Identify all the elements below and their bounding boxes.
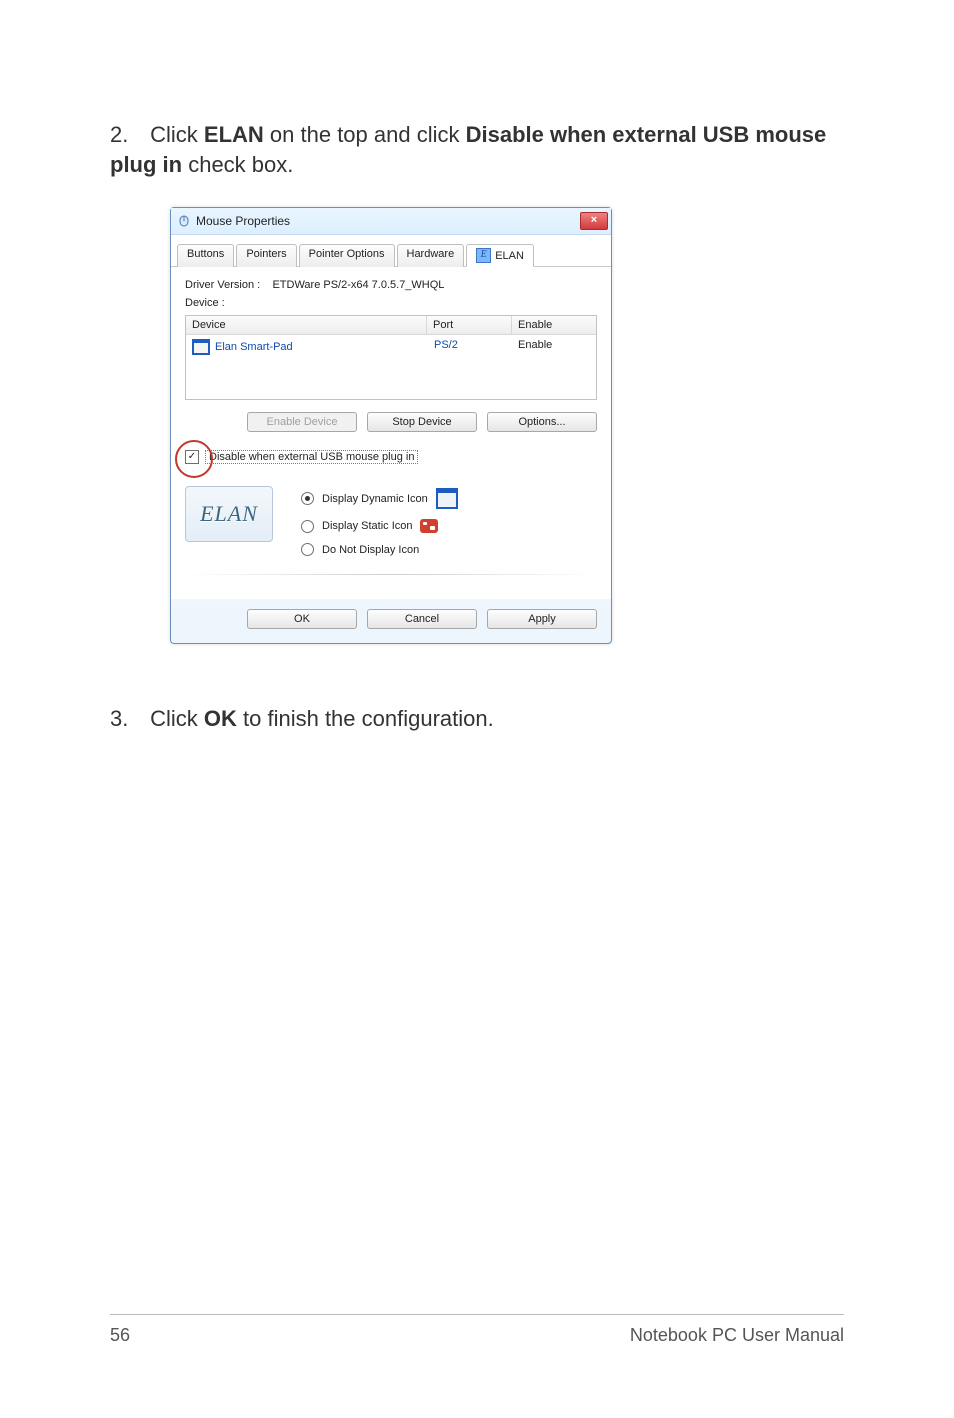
apply-button[interactable]: Apply <box>487 609 597 629</box>
options-button[interactable]: Options... <box>487 412 597 432</box>
device-enable: Enable <box>512 335 596 359</box>
driver-version-row: Driver Version : ETDWare PS/2-x64 7.0.5.… <box>185 279 597 291</box>
radio-none-label: Do Not Display Icon <box>322 544 419 556</box>
tab-pointers[interactable]: Pointers <box>236 244 296 267</box>
titlebar: Mouse Properties × <box>171 208 611 235</box>
device-label: Device : <box>185 297 597 309</box>
radio-static-label: Display Static Icon <box>322 520 412 532</box>
tab-pointer-options[interactable]: Pointer Options <box>299 244 395 267</box>
mouse-properties-dialog: Mouse Properties × Buttons Pointers Poin… <box>170 207 612 644</box>
tray-icon-radio-group: Display Dynamic Icon Display Static Icon… <box>301 486 458 556</box>
header-port: Port <box>427 316 512 335</box>
cancel-button[interactable]: Cancel <box>367 609 477 629</box>
radio-none[interactable] <box>301 543 314 556</box>
step-3: 3. Click OK to finish the configuration. <box>110 704 844 734</box>
device-list-header: Device Port Enable <box>186 316 596 335</box>
dialog-footer-buttons: OK Cancel Apply <box>171 599 611 643</box>
ok-button[interactable]: OK <box>247 609 357 629</box>
header-enable: Enable <box>512 316 596 335</box>
mouse-icon <box>177 214 191 228</box>
page: 2. Click ELAN on the top and click Disab… <box>0 0 954 1418</box>
tab-buttons[interactable]: Buttons <box>177 244 234 267</box>
touchpad-icon <box>192 339 210 355</box>
tab-elan[interactable]: E ELAN <box>466 244 534 267</box>
tab-hardware[interactable]: Hardware <box>397 244 465 267</box>
disable-usb-checkbox[interactable]: ✓ <box>185 450 199 464</box>
dialog-body: Driver Version : ETDWare PS/2-x64 7.0.5.… <box>171 267 611 599</box>
driver-version-value: ETDWare PS/2-x64 7.0.5.7_WHQL <box>272 279 444 291</box>
stop-device-button[interactable]: Stop Device <box>367 412 477 432</box>
elan-tab-icon: E <box>476 248 491 263</box>
device-name: Elan Smart-Pad <box>215 341 293 353</box>
tab-strip: Buttons Pointers Pointer Options Hardwar… <box>171 235 611 267</box>
step-2: 2. Click ELAN on the top and click Disab… <box>110 120 844 179</box>
brand-and-radios: ELAN Display Dynamic Icon Display Static… <box>185 486 597 556</box>
device-list: Device Port Enable Elan Smart-Pad PS/2 E… <box>185 315 597 400</box>
header-device: Device <box>186 316 427 335</box>
static-tray-icon <box>420 519 438 533</box>
separator <box>185 574 597 575</box>
page-footer: 56 Notebook PC User Manual <box>110 1314 844 1346</box>
radio-static[interactable] <box>301 520 314 533</box>
device-port: PS/2 <box>428 335 512 359</box>
page-number: 56 <box>110 1325 130 1346</box>
close-button[interactable]: × <box>580 212 608 230</box>
elan-logo-text: ELAN <box>200 501 258 527</box>
step-3-number: 3. <box>110 704 144 734</box>
device-buttons-row: Enable Device Stop Device Options... <box>185 412 597 432</box>
driver-version-label: Driver Version : <box>185 279 260 291</box>
enable-device-button: Enable Device <box>247 412 357 432</box>
step-3-text: Click OK to finish the configuration. <box>150 706 494 731</box>
dialog-container: Mouse Properties × Buttons Pointers Poin… <box>170 207 844 644</box>
disable-usb-checkbox-row: ✓ Disable when external USB mouse plug i… <box>185 450 597 464</box>
disable-usb-checkbox-label: Disable when external USB mouse plug in <box>205 450 418 464</box>
radio-dynamic[interactable] <box>301 492 314 505</box>
step-2-number: 2. <box>110 120 144 150</box>
step-2-text: Click ELAN on the top and click Disable … <box>110 122 826 177</box>
manual-title: Notebook PC User Manual <box>630 1325 844 1346</box>
dialog-title: Mouse Properties <box>196 214 290 228</box>
elan-logo: ELAN <box>185 486 273 542</box>
device-row[interactable]: Elan Smart-Pad PS/2 Enable <box>186 335 596 359</box>
radio-dynamic-label: Display Dynamic Icon <box>322 493 428 505</box>
tab-elan-label: ELAN <box>495 250 524 262</box>
dynamic-tray-icon <box>436 488 458 509</box>
